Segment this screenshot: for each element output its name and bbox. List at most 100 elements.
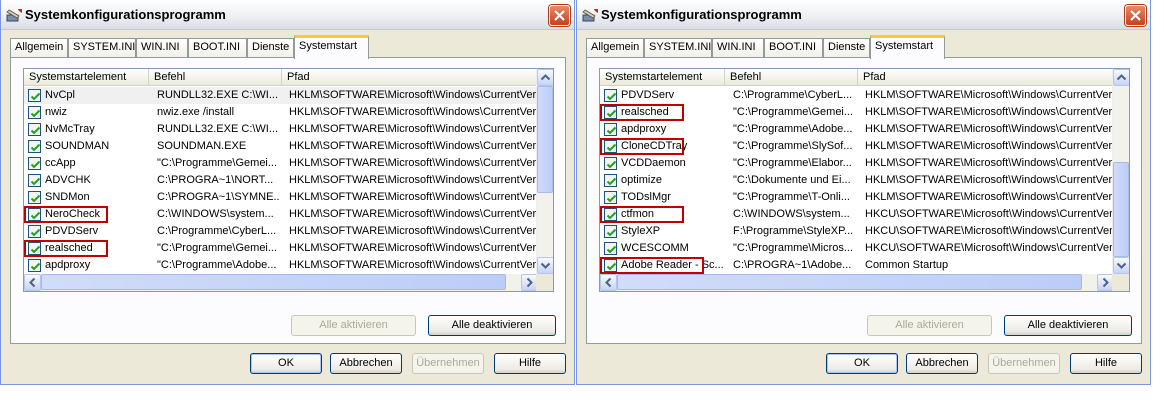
- title-bar[interactable]: Systemkonfigurationsprogramm: [577, 0, 1150, 30]
- list-item[interactable]: SNDMon C:\PROGRA~1\SYMNE... HKLM\SOFTWARE\…: [24, 189, 538, 206]
- startup-item-name: ADVCHK: [45, 174, 91, 186]
- scrollbar-thumb[interactable]: [1113, 162, 1129, 257]
- startup-item-name: PDVDServ: [45, 225, 99, 237]
- startup-checkbox[interactable]: [28, 157, 41, 170]
- tab-system-ini[interactable]: SYSTEM.INI: [644, 38, 712, 58]
- tab-dienste[interactable]: Dienste: [247, 38, 294, 58]
- checkmark-icon: [30, 143, 41, 152]
- tab-dienste[interactable]: Dienste: [823, 38, 870, 58]
- help-button[interactable]: Hilfe: [1070, 353, 1142, 374]
- list-item[interactable]: realsched "C:\Programme\Gemei... HKLM\SOFT…: [24, 240, 538, 257]
- tab-systemstart[interactable]: Systemstart: [294, 35, 369, 59]
- list-item[interactable]: NvCpl RUNDLL32.EXE C:\WI... HKLM\SOFTWARE\…: [24, 87, 538, 104]
- startup-checkbox[interactable]: [28, 225, 41, 238]
- scroll-down-button[interactable]: [537, 257, 553, 274]
- startup-item-path: HKLM\SOFTWARE\Microsoft\Windows\CurrentV…: [865, 106, 1113, 118]
- list-item[interactable]: NeroCheck C:\WINDOWS\system... HKLM\SOFTWA…: [24, 206, 538, 223]
- startup-item-path: HKLM\SOFTWARE\Microsoft\Windows\CurrentV…: [289, 259, 537, 271]
- startup-list[interactable]: Systemstartelement Befehl Pfad NvCpl RUND…: [23, 68, 554, 292]
- startup-item-path: HKLM\SOFTWARE\Microsoft\Windows\CurrentV…: [865, 140, 1113, 152]
- column-header-name[interactable]: Systemstartelement: [24, 69, 149, 86]
- scroll-down-button[interactable]: [1113, 257, 1129, 274]
- startup-checkbox[interactable]: [604, 89, 617, 102]
- column-header-command[interactable]: Befehl: [149, 69, 282, 86]
- tab-win-ini[interactable]: WIN.INI: [712, 38, 764, 58]
- startup-list[interactable]: Systemstartelement Befehl Pfad PDVDServ C…: [599, 68, 1130, 292]
- list-item[interactable]: Adobe Reader - Sc... C:\PROGRA~1\Adobe...…: [600, 257, 1114, 274]
- list-item[interactable]: CloneCDTray"C:\Programme\SlySof...HKLM\S…: [600, 138, 1114, 155]
- startup-checkbox[interactable]: [604, 242, 617, 255]
- tab-boot-ini[interactable]: BOOT.INI: [764, 38, 823, 58]
- startup-checkbox[interactable]: [28, 123, 41, 136]
- tab-systemstart[interactable]: Systemstart: [870, 35, 945, 59]
- close-icon: [554, 10, 565, 21]
- list-item[interactable]: VCDDaemon "C:\Programme\Elabor... HKLM\SOF…: [600, 155, 1114, 172]
- startup-checkbox[interactable]: [28, 174, 41, 187]
- startup-checkbox[interactable]: [28, 106, 41, 119]
- list-item[interactable]: NvMcTray RUNDLL32.EXE C:\WI... HKLM\SOFTWA…: [24, 121, 538, 138]
- vertical-scrollbar[interactable]: [1112, 69, 1129, 274]
- list-item[interactable]: ADVCHK C:\PROGRA~1\NORT... HKLM\SOFTWARE\M…: [24, 172, 538, 189]
- list-item[interactable]: WCESCOMM "C:\Programme\Micros... HKCU\SOFT…: [600, 240, 1114, 257]
- column-header-name[interactable]: Systemstartelement: [600, 69, 725, 86]
- list-item[interactable]: nwiz nwiz.exe /install HKLM\SOFTWARE\Micro…: [24, 104, 538, 121]
- vertical-scrollbar[interactable]: [536, 69, 553, 274]
- chevron-up-icon: [540, 74, 551, 81]
- startup-item-command: RUNDLL32.EXE C:\WI...: [157, 89, 279, 101]
- startup-checkbox[interactable]: [28, 259, 41, 272]
- list-item[interactable]: TODslMgr "C:\Programme\T-Onli... HKLM\SOFT…: [600, 189, 1114, 206]
- horizontal-scrollbar[interactable]: [24, 274, 538, 291]
- startup-checkbox[interactable]: [604, 157, 617, 170]
- list-item[interactable]: StyleXP F:\Programme\StyleXP... HKCU\SOFTW…: [600, 223, 1114, 240]
- scroll-left-button[interactable]: [600, 274, 617, 291]
- scrollbar-thumb[interactable]: [41, 274, 506, 290]
- scrollbar-thumb[interactable]: [617, 274, 1082, 290]
- list-item[interactable]: PDVDServ C:\Programme\CyberL... HKLM\SOFTW…: [600, 87, 1114, 104]
- tab-allgemein[interactable]: Allgemein: [586, 38, 644, 58]
- list-item[interactable]: apdproxy "C:\Programme\Adobe... HKLM\SOFTW…: [600, 121, 1114, 138]
- startup-item-name: PDVDServ: [621, 89, 675, 101]
- column-header-command[interactable]: Befehl: [725, 69, 858, 86]
- startup-checkbox[interactable]: [28, 191, 41, 204]
- apply-button[interactable]: Übernehmen: [988, 353, 1060, 374]
- disable-all-button[interactable]: Alle deaktivieren: [428, 315, 556, 336]
- ok-button[interactable]: OK: [826, 353, 898, 374]
- list-item[interactable]: PDVDServ C:\Programme\CyberL... HKLM\SOFTW…: [24, 223, 538, 240]
- column-header-path[interactable]: Pfad: [282, 69, 538, 86]
- startup-checkbox[interactable]: [28, 140, 41, 153]
- cancel-button[interactable]: Abbrechen: [906, 353, 978, 374]
- list-item[interactable]: ccApp "C:\Programme\Gemei... HKLM\SOFTWARE…: [24, 155, 538, 172]
- ok-button[interactable]: OK: [250, 353, 322, 374]
- list-item[interactable]: SOUNDMAN SOUNDMAN.EXE HKLM\SOFTWARE\Micros…: [24, 138, 538, 155]
- title-bar[interactable]: Systemkonfigurationsprogramm: [1, 0, 574, 30]
- tab-boot-ini[interactable]: BOOT.INI: [188, 38, 247, 58]
- apply-button[interactable]: Übernehmen: [412, 353, 484, 374]
- tab-allgemein[interactable]: Allgemein: [10, 38, 68, 58]
- startup-item-command: C:\PROGRA~1\Adobe...: [733, 259, 852, 271]
- tab-system-ini[interactable]: SYSTEM.INI: [68, 38, 136, 58]
- cancel-button[interactable]: Abbrechen: [330, 353, 402, 374]
- highlight-box: [24, 240, 108, 257]
- list-item[interactable]: realsched "C:\Programme\Gemei... HKLM\SOFT…: [600, 104, 1114, 121]
- startup-checkbox[interactable]: [604, 191, 617, 204]
- startup-checkbox[interactable]: [604, 123, 617, 136]
- scrollbar-thumb[interactable]: [537, 86, 553, 193]
- horizontal-scrollbar[interactable]: [600, 274, 1114, 291]
- scroll-up-button[interactable]: [537, 69, 553, 86]
- enable-all-button[interactable]: Alle aktivieren: [867, 315, 992, 336]
- list-item[interactable]: apdproxy "C:\Programme\Adobe... HKLM\SOFTW…: [24, 257, 538, 274]
- scroll-up-button[interactable]: [1113, 69, 1129, 86]
- list-item[interactable]: ctfmon C:\WINDOWS\system... HKCU\SOFTWARE\…: [600, 206, 1114, 223]
- startup-checkbox[interactable]: [28, 89, 41, 102]
- tab-win-ini[interactable]: WIN.INI: [136, 38, 188, 58]
- disable-all-button[interactable]: Alle deaktivieren: [1004, 315, 1132, 336]
- enable-all-button[interactable]: Alle aktivieren: [291, 315, 416, 336]
- column-header-path[interactable]: Pfad: [858, 69, 1114, 86]
- close-button[interactable]: [1125, 5, 1146, 26]
- startup-checkbox[interactable]: [604, 225, 617, 238]
- startup-checkbox[interactable]: [604, 174, 617, 187]
- help-button[interactable]: Hilfe: [494, 353, 566, 374]
- list-item[interactable]: optimize "C:\Dokumente und Ei... HKLM\SOFT…: [600, 172, 1114, 189]
- close-button[interactable]: [549, 5, 570, 26]
- scroll-left-button[interactable]: [24, 274, 41, 291]
